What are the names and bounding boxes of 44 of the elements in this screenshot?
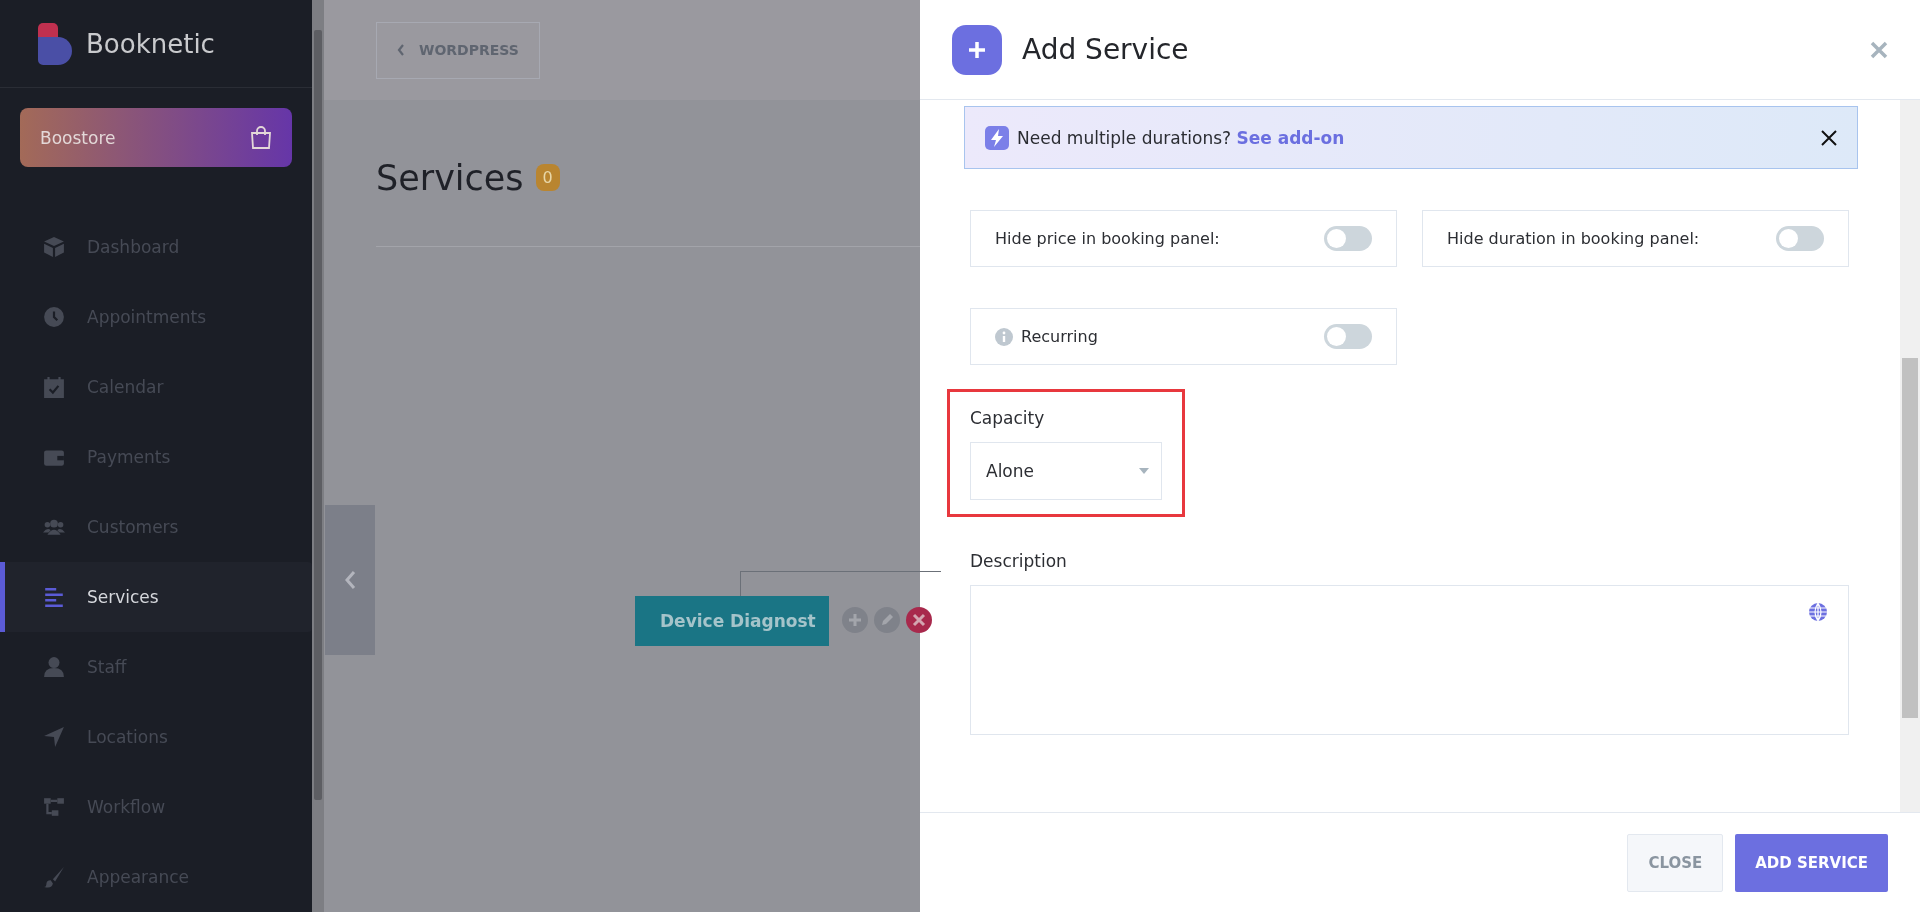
- logo-icon: [38, 22, 72, 65]
- addon-link[interactable]: See add-on: [1236, 127, 1345, 148]
- banner-text: Need multiple durations? See add-on: [1017, 127, 1346, 148]
- close-icon[interactable]: [1821, 129, 1837, 146]
- capacity-select[interactable]: Alone: [970, 442, 1162, 500]
- cube-icon: [43, 236, 65, 258]
- chevron-left-icon: [397, 44, 405, 56]
- nav-item[interactable]: Services: [0, 562, 312, 632]
- collapse-button[interactable]: [325, 505, 375, 655]
- navigation-arrow-icon: [43, 726, 65, 748]
- field-label: Description: [970, 551, 1068, 571]
- toggle-label: Hide price in booking panel:: [995, 229, 1221, 248]
- close-button[interactable]: CLOSE: [1627, 833, 1724, 892]
- globe-icon[interactable]: [1808, 602, 1828, 622]
- back-button[interactable]: WORDPRESS: [376, 21, 540, 79]
- add-service-button[interactable]: ADD SERVICE: [1735, 833, 1888, 892]
- edit-icon[interactable]: [874, 607, 900, 633]
- count-badge: 0: [535, 164, 560, 191]
- scrollbar-thumb[interactable]: [1902, 358, 1918, 718]
- scrollbar-thumb[interactable]: [314, 30, 322, 800]
- shopping-bag-icon: [250, 125, 272, 150]
- panel-title: Add Service: [1022, 33, 1190, 66]
- info-icon: [995, 327, 1013, 346]
- lines-icon: [43, 586, 65, 608]
- service-node[interactable]: Device Diagnost: [635, 596, 829, 646]
- toggle-label: Recurring: [1021, 327, 1099, 346]
- toggle-label: Hide duration in booking panel:: [1447, 229, 1701, 248]
- lightning-icon: [985, 125, 1009, 150]
- toggle-switch[interactable]: [1776, 226, 1824, 251]
- toggle-switch[interactable]: [1324, 324, 1372, 349]
- person-icon: [43, 656, 65, 678]
- calendar-icon: [43, 376, 65, 398]
- page-title: Services: [376, 157, 524, 198]
- hierarchy-icon: [43, 796, 65, 818]
- store-button[interactable]: Boostore: [20, 108, 292, 167]
- clock-icon: [43, 306, 65, 328]
- chevron-left-icon: [344, 570, 356, 590]
- plus-icon: [952, 24, 1002, 75]
- description-field[interactable]: [970, 585, 1849, 735]
- add-icon[interactable]: [842, 607, 868, 633]
- caret-icon: [1139, 468, 1149, 474]
- field-label: Capacity: [970, 408, 1046, 428]
- brand-name: Booknetic: [86, 28, 215, 59]
- toggle-switch[interactable]: [1324, 226, 1372, 251]
